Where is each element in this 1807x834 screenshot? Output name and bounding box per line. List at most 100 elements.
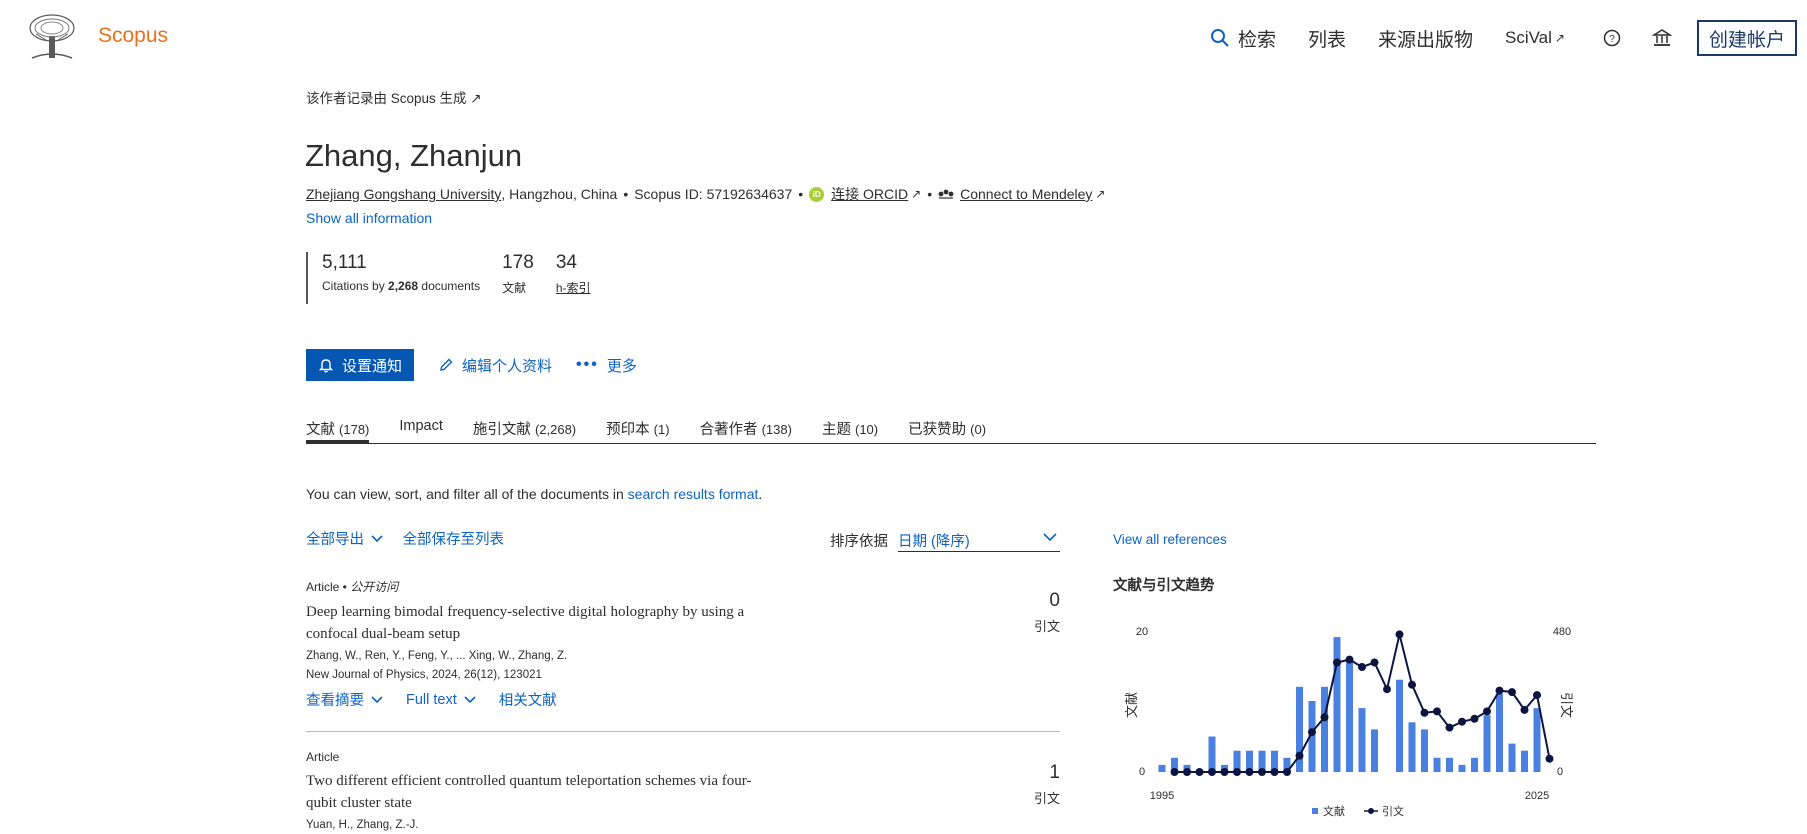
citations-point[interactable]: [1408, 680, 1416, 689]
document-title[interactable]: Deep learning bimodal frequency-selectiv…: [306, 601, 756, 645]
connect-mendeley-link[interactable]: Connect to Mendeley: [960, 186, 1092, 202]
citation-count[interactable]: 0: [1034, 590, 1060, 612]
institution-button[interactable]: [1647, 23, 1677, 53]
documents-bar[interactable]: [1533, 708, 1541, 772]
documents-bar[interactable]: [1408, 722, 1416, 772]
documents-bar[interactable]: [1321, 686, 1328, 772]
create-account-button[interactable]: 创建帐户: [1696, 20, 1797, 56]
edit-profile-button[interactable]: 编辑个人资料: [438, 355, 552, 376]
citations-point[interactable]: [1483, 707, 1491, 716]
related-documents-link[interactable]: 相关文献: [499, 689, 557, 710]
view-abstract-button[interactable]: 查看摘要: [306, 689, 384, 710]
documents-bar[interactable]: [1208, 736, 1216, 773]
generated-note[interactable]: 该作者记录由 Scopus 生成 ↗: [306, 87, 482, 107]
citations-point[interactable]: [1420, 708, 1429, 717]
save-all-to-list-button[interactable]: 全部保存至列表: [402, 528, 504, 549]
citations-point[interactable]: [1370, 658, 1379, 667]
citations-point[interactable]: [1495, 686, 1504, 695]
nav-sources[interactable]: 来源出版物: [1378, 25, 1473, 52]
citations-point[interactable]: [1433, 707, 1441, 716]
citations-point[interactable]: [1520, 705, 1529, 714]
search-results-format-link[interactable]: search results format: [628, 486, 759, 502]
citations-point[interactable]: [1345, 655, 1354, 664]
documents-bar[interactable]: [1496, 693, 1503, 772]
documents-bar[interactable]: [1371, 729, 1378, 772]
citations-point[interactable]: [1533, 691, 1541, 700]
citations-point[interactable]: [1258, 768, 1266, 776]
tab-count: (178): [339, 422, 370, 437]
citations-point[interactable]: [1183, 768, 1191, 776]
citations-point[interactable]: [1208, 768, 1216, 776]
metric-citations: 5,111 Citations by 2,268 documents: [322, 252, 480, 304]
metric-h-index[interactable]: 34 h-索引: [556, 252, 591, 304]
tab-documents[interactable]: 文献 (178): [306, 418, 370, 444]
documents-bar[interactable]: [1433, 757, 1441, 772]
citations-point[interactable]: [1283, 768, 1291, 776]
citations-point[interactable]: [1320, 713, 1329, 722]
type-label: Article: [306, 580, 340, 594]
tab-topics[interactable]: 主题 (10): [822, 418, 878, 444]
citations-point[interactable]: [1445, 723, 1454, 732]
metric-documents[interactable]: 178 文献: [502, 252, 534, 304]
citations-point[interactable]: [1270, 768, 1279, 776]
citation-count[interactable]: 1: [1034, 762, 1060, 784]
nav-search[interactable]: 检索: [1210, 25, 1276, 52]
citations-point[interactable]: [1220, 768, 1229, 776]
tab-awarded-grants[interactable]: 已获赞助 (0): [908, 418, 986, 444]
author-metrics: 5,111 Citations by 2,268 documents 178 文…: [306, 252, 590, 304]
citations-point[interactable]: [1508, 688, 1516, 697]
documents-bar[interactable]: [1458, 764, 1466, 772]
documents-bar[interactable]: [1446, 757, 1453, 772]
nav-lists[interactable]: 列表: [1308, 25, 1346, 52]
documents-bar[interactable]: [1333, 637, 1341, 772]
citations-point[interactable]: [1545, 754, 1554, 763]
citations-point[interactable]: [1233, 768, 1241, 776]
documents-bar[interactable]: [1358, 708, 1366, 772]
tab-preprints[interactable]: 预印本 (1): [606, 418, 669, 444]
documents-bar[interactable]: [1346, 658, 1353, 772]
full-text-button[interactable]: Full text: [406, 689, 477, 710]
orcid-icon: iD: [809, 186, 825, 202]
tab-co-authors[interactable]: 合著作者 (138): [700, 418, 792, 444]
citations-point[interactable]: [1170, 768, 1179, 776]
citations-point[interactable]: [1308, 728, 1316, 737]
citations-point[interactable]: [1245, 768, 1254, 776]
show-all-information-link[interactable]: Show all information: [306, 210, 432, 226]
help-button[interactable]: ?: [1597, 23, 1627, 53]
more-button[interactable]: ••• 更多: [576, 355, 637, 376]
affiliation-link[interactable]: Zhejiang Gongshang University: [306, 186, 501, 202]
tab-citing-documents[interactable]: 施引文献 (2,268): [473, 418, 576, 444]
legend-swatch-documents: [1312, 808, 1318, 814]
citations-point[interactable]: [1358, 663, 1366, 671]
connect-orcid-link[interactable]: 连接 ORCID: [831, 184, 908, 204]
sort-select[interactable]: 日期 (降序): [898, 528, 1060, 552]
documents-bar[interactable]: [1521, 750, 1528, 772]
h-index-label[interactable]: h-索引: [556, 279, 591, 296]
export-all-button[interactable]: 全部导出: [306, 528, 384, 549]
documents-bar[interactable]: [1421, 729, 1428, 772]
documents-bar[interactable]: [1471, 757, 1478, 772]
nav-scival[interactable]: SciVal ↗: [1505, 28, 1565, 48]
citations-label-pre: Citations by: [322, 279, 389, 293]
bullet-separator: •: [927, 186, 933, 202]
citations-point[interactable]: [1333, 658, 1341, 667]
documents-bar[interactable]: [1483, 715, 1491, 772]
citations-point[interactable]: [1470, 714, 1479, 723]
citations-point[interactable]: [1383, 685, 1391, 694]
document-title[interactable]: Two different efficient controlled quant…: [306, 770, 756, 814]
citations-point[interactable]: [1395, 630, 1404, 639]
citations-point[interactable]: [1295, 751, 1304, 760]
tab-impact[interactable]: Impact: [399, 418, 443, 444]
full-text-label: Full text: [406, 691, 457, 708]
set-alert-button[interactable]: 设置通知: [306, 349, 415, 381]
location-text: , Hangzhou, China: [501, 186, 618, 202]
sort-label: 排序依据: [830, 534, 888, 550]
view-all-references-link[interactable]: View all references: [1113, 532, 1227, 547]
scopus-brand[interactable]: Scopus: [98, 24, 168, 48]
documents-bar[interactable]: [1508, 743, 1516, 772]
documents-bar[interactable]: [1396, 679, 1403, 772]
elsevier-logo[interactable]: [26, 14, 78, 60]
documents-bar[interactable]: [1158, 764, 1166, 772]
citations-point[interactable]: [1195, 768, 1204, 776]
citations-point[interactable]: [1458, 717, 1466, 726]
